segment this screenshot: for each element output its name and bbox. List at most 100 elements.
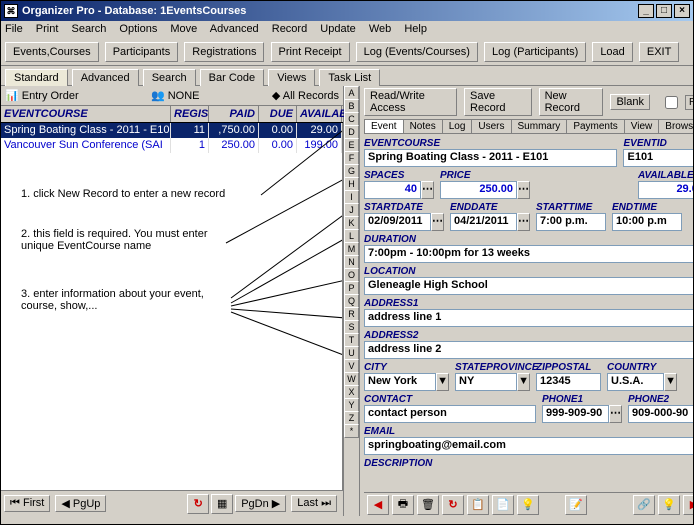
- alpha-F[interactable]: F: [344, 151, 359, 165]
- alpha-*[interactable]: *: [344, 424, 359, 438]
- refresh-icon[interactable]: ↻: [187, 494, 209, 514]
- tab-barcode[interactable]: Bar Code: [200, 69, 264, 86]
- table-row[interactable]: Vancouver Sun Conference (SAI 1 250.00 0…: [1, 138, 342, 153]
- save-record-button[interactable]: Save Record: [464, 88, 532, 116]
- tip-icon[interactable]: 💡: [517, 495, 539, 515]
- alpha-B[interactable]: B: [344, 99, 359, 113]
- log-events-button[interactable]: Log (Events/Courses): [356, 42, 478, 62]
- menu-options[interactable]: Options: [119, 23, 157, 35]
- location-field[interactable]: Gleneagle High School: [364, 277, 694, 295]
- col-due[interactable]: DUE: [259, 106, 297, 122]
- enddate-picker-icon[interactable]: ⋯: [517, 213, 530, 231]
- tab-tasklist[interactable]: Task List: [319, 69, 380, 86]
- dtab-event[interactable]: Event: [364, 119, 404, 133]
- duration-field[interactable]: 7:00pm - 10:00pm for 13 weeks: [364, 245, 694, 263]
- copy-icon[interactable]: 📋: [467, 495, 489, 515]
- color-grid-icon[interactable]: ▦: [211, 494, 233, 514]
- alpha-O[interactable]: O: [344, 268, 359, 282]
- alpha-K[interactable]: K: [344, 216, 359, 230]
- menu-search[interactable]: Search: [71, 23, 106, 35]
- alpha-D[interactable]: D: [344, 125, 359, 139]
- col-paid[interactable]: PAID: [209, 106, 259, 122]
- phone1-field[interactable]: 999-909-90: [542, 405, 609, 423]
- events-courses-button[interactable]: Events,Courses: [5, 42, 99, 62]
- first-button[interactable]: ⏮ First: [4, 495, 50, 512]
- alpha-P[interactable]: P: [344, 281, 359, 295]
- load-button[interactable]: Load: [592, 42, 632, 62]
- log-participants-button[interactable]: Log (Participants): [484, 42, 586, 62]
- alpha-Q[interactable]: Q: [344, 294, 359, 308]
- alpha-T[interactable]: T: [344, 333, 359, 347]
- all-records[interactable]: All Records: [283, 90, 339, 102]
- menu-help[interactable]: Help: [404, 23, 427, 35]
- endtime-field[interactable]: 10:00 p.m: [612, 213, 682, 231]
- alpha-Y[interactable]: Y: [344, 398, 359, 412]
- alpha-Z[interactable]: Z: [344, 411, 359, 425]
- maximize-button[interactable]: □: [656, 4, 672, 18]
- refresh-form-icon[interactable]: ↻: [442, 495, 464, 515]
- city-dropdown-icon[interactable]: ▼: [436, 373, 449, 391]
- starttime-field[interactable]: 7:00 p.m.: [536, 213, 606, 231]
- alpha-R[interactable]: R: [344, 307, 359, 321]
- tab-advanced[interactable]: Advanced: [72, 69, 139, 86]
- menu-move[interactable]: Move: [170, 23, 197, 35]
- alpha-C[interactable]: C: [344, 112, 359, 126]
- city-field[interactable]: New York: [364, 373, 436, 391]
- state-field[interactable]: NY: [455, 373, 517, 391]
- state-dropdown-icon[interactable]: ▼: [517, 373, 530, 391]
- new-record-button[interactable]: New Record: [539, 88, 604, 116]
- dtab-view[interactable]: View: [624, 119, 660, 133]
- dtab-payments[interactable]: Payments: [566, 119, 624, 133]
- dtab-browser[interactable]: Browser: [658, 119, 694, 133]
- ro-checkbox[interactable]: [665, 96, 678, 109]
- tip2-icon[interactable]: 💡: [658, 495, 680, 515]
- table-row[interactable]: Spring Boating Class - 2011 - E10 11 ,75…: [1, 123, 342, 138]
- grid-body[interactable]: Spring Boating Class - 2011 - E10 11 ,75…: [1, 123, 343, 490]
- filter-none[interactable]: NONE: [168, 90, 200, 102]
- dtab-summary[interactable]: Summary: [511, 119, 568, 133]
- alpha-M[interactable]: M: [344, 242, 359, 256]
- menu-web[interactable]: Web: [369, 23, 391, 35]
- menu-file[interactable]: File: [5, 23, 23, 35]
- alpha-X[interactable]: X: [344, 385, 359, 399]
- alpha-N[interactable]: N: [344, 255, 359, 269]
- participants-button[interactable]: Participants: [105, 42, 178, 62]
- menu-print[interactable]: Print: [36, 23, 59, 35]
- next-record-icon[interactable]: ▶: [683, 495, 694, 515]
- alpha-J[interactable]: J: [344, 203, 359, 217]
- prev-record-icon[interactable]: ◀: [367, 495, 389, 515]
- alpha-H[interactable]: H: [344, 177, 359, 191]
- dtab-notes[interactable]: Notes: [403, 119, 443, 133]
- address2-field[interactable]: address line 2: [364, 341, 694, 359]
- menu-record[interactable]: Record: [272, 23, 307, 35]
- sort-order[interactable]: Entry Order: [22, 90, 79, 102]
- eventid-field[interactable]: E101: [623, 149, 694, 167]
- readwrite-button[interactable]: Read/Write Access: [364, 88, 457, 116]
- enddate-field[interactable]: 04/21/2011: [450, 213, 517, 231]
- address1-field[interactable]: address line 1: [364, 309, 694, 327]
- price-field[interactable]: 250.00: [440, 181, 517, 199]
- alpha-U[interactable]: U: [344, 346, 359, 360]
- alpha-I[interactable]: I: [344, 190, 359, 204]
- alpha-L[interactable]: L: [344, 229, 359, 243]
- tab-views[interactable]: Views: [268, 69, 315, 86]
- country-dropdown-icon[interactable]: ▼: [664, 373, 677, 391]
- email-field[interactable]: springboating@email.com: [364, 437, 694, 455]
- alpha-E[interactable]: E: [344, 138, 359, 152]
- menu-update[interactable]: Update: [320, 23, 355, 35]
- print-icon[interactable]: 🖶: [392, 495, 414, 515]
- spaces-field[interactable]: 40: [364, 181, 421, 199]
- pgup-button[interactable]: ◀ PgUp: [55, 495, 106, 512]
- link-icon[interactable]: 🔗: [633, 495, 655, 515]
- country-field[interactable]: U.S.A.: [607, 373, 664, 391]
- price-picker-icon[interactable]: ⋯: [517, 181, 530, 199]
- form-icon[interactable]: 📝: [565, 495, 587, 515]
- spaces-picker-icon[interactable]: ⋯: [421, 181, 434, 199]
- print-receipt-button[interactable]: Print Receipt: [271, 42, 350, 62]
- startdate-field[interactable]: 02/09/2011: [364, 213, 431, 231]
- alpha-V[interactable]: V: [344, 359, 359, 373]
- paste-icon[interactable]: 📄: [492, 495, 514, 515]
- last-button[interactable]: Last ⏭: [291, 495, 337, 512]
- eventcourse-field[interactable]: Spring Boating Class - 2011 - E101: [364, 149, 617, 167]
- alpha-S[interactable]: S: [344, 320, 359, 334]
